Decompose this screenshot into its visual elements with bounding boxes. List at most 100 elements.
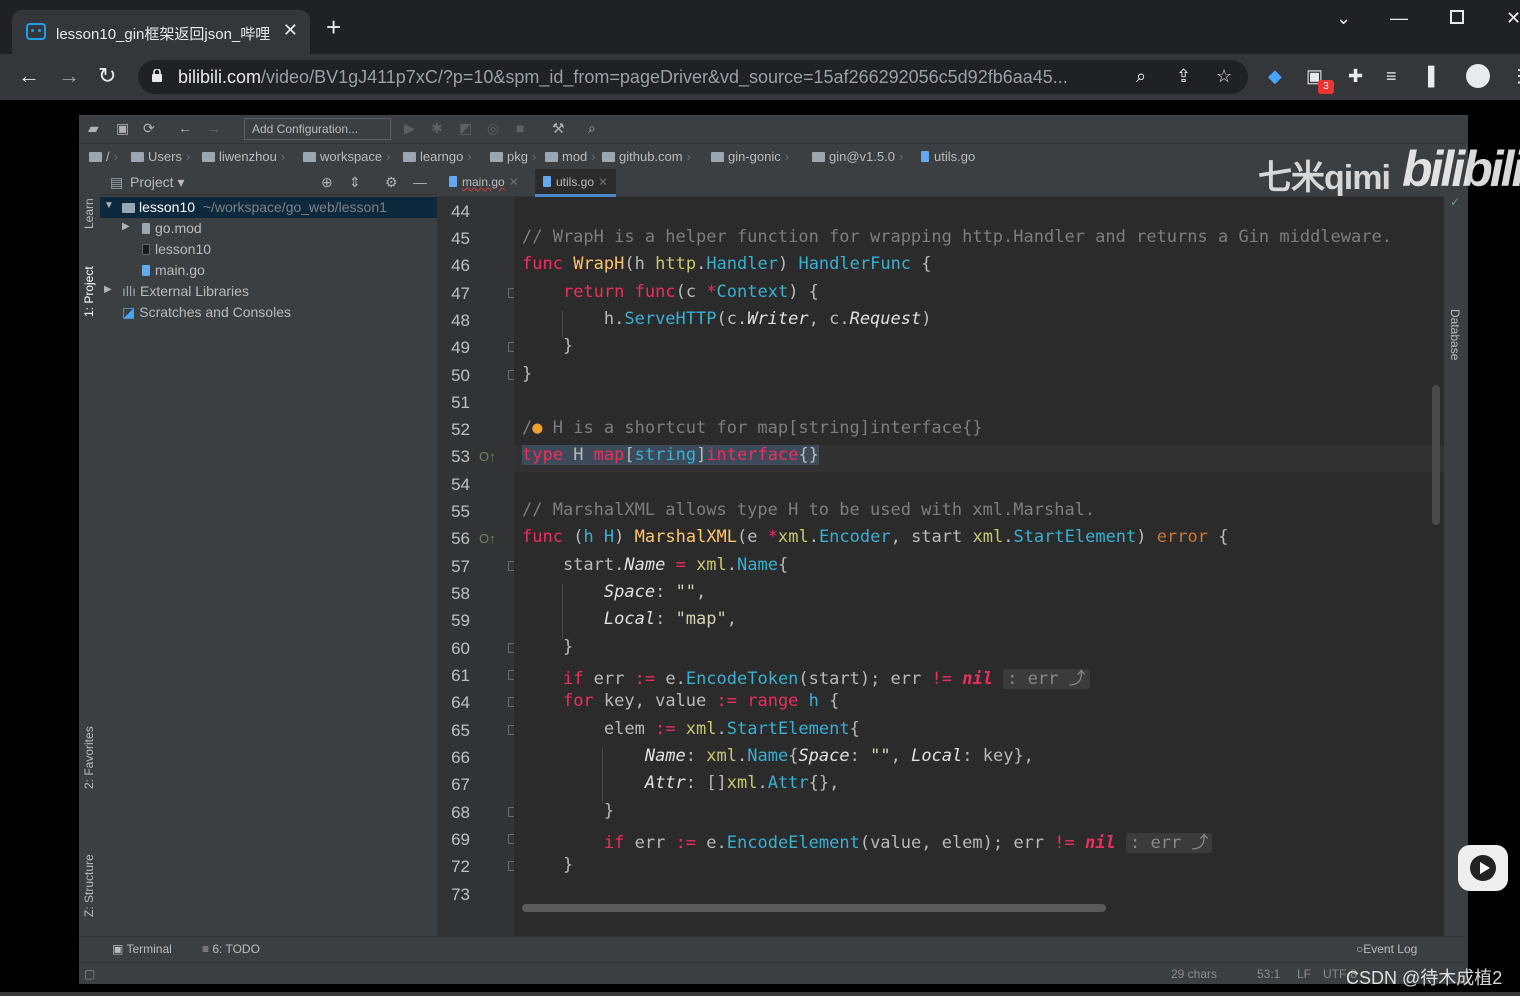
- structure-tool-tab[interactable]: Z: Structure: [82, 854, 96, 917]
- code-editor[interactable]: // WrapH is a helper function for wrappi…: [514, 197, 1444, 914]
- breadcrumb-liwenzhou[interactable]: liwenzhou ›: [202, 149, 289, 164]
- line-number: 49: [451, 338, 470, 357]
- zoom-search-icon[interactable]: ⌕: [1136, 66, 1146, 87]
- folded-hint[interactable]: : err ⤴: [1003, 669, 1090, 689]
- breadcrumb-mod[interactable]: mod ›: [545, 149, 600, 164]
- tree-item-lesson10-binary[interactable]: lesson10: [100, 239, 437, 260]
- line-separator[interactable]: LF: [1297, 967, 1311, 981]
- breadcrumb-root[interactable]: / ›: [89, 149, 122, 164]
- collapse-all-icon[interactable]: ⇕: [349, 174, 361, 191]
- collapsed-arrow-icon[interactable]: ▶: [104, 284, 112, 295]
- add-configuration-button[interactable]: Add Configuration...: [244, 118, 391, 140]
- tree-item-lesson10-root[interactable]: ▼ lesson10 ~/workspace/go_web/lesson1: [100, 197, 437, 218]
- toggle-tool-windows-icon[interactable]: ▢: [84, 967, 95, 981]
- project-tool-tab[interactable]: 1: Project: [82, 266, 96, 317]
- favorites-tool-tab[interactable]: 2: Favorites: [82, 726, 96, 789]
- status-bar: ▢ 29 chars 53:1 LF UTF-8: [79, 962, 1468, 984]
- breadcrumb-gin-gonic[interactable]: gin-gonic ›: [711, 149, 793, 164]
- editor-tab-main-go[interactable]: main.go ✕: [441, 169, 527, 197]
- reading-list-icon[interactable]: ≡: [1386, 66, 1397, 87]
- hide-panel-icon[interactable]: —: [413, 174, 427, 190]
- breadcrumb-github[interactable]: github.com ›: [602, 149, 695, 164]
- vertical-scrollbar[interactable]: [1432, 385, 1440, 525]
- folded-hint[interactable]: : err ⤴: [1126, 833, 1213, 853]
- intention-bulb-icon[interactable]: ●: [532, 418, 542, 438]
- run-icon[interactable]: ▶: [404, 120, 415, 137]
- settings-wrench-icon[interactable]: ⚒: [552, 120, 565, 137]
- database-tool-tab[interactable]: Database: [1448, 309, 1462, 360]
- minimize-icon[interactable]: —: [1390, 8, 1408, 29]
- terminal-icon: ▣: [112, 942, 124, 956]
- breadcrumb-learngo[interactable]: learngo ›: [403, 149, 476, 164]
- coverage-icon[interactable]: ◩: [459, 120, 472, 137]
- implements-marker-icon[interactable]: O↑: [479, 531, 496, 546]
- editor-gutter: 44 45 46 47 48 49 50 51 52 53 54 55 56 5…: [437, 197, 518, 956]
- tab-close-icon: ✕: [598, 175, 609, 189]
- collapsed-arrow-icon[interactable]: ▶: [122, 221, 130, 232]
- browser-menu-icon[interactable]: ⋮: [1510, 66, 1520, 87]
- sync-icon[interactable]: ⟳: [143, 120, 155, 137]
- reload-icon[interactable]: ↻: [98, 62, 116, 90]
- code-line-59: Local: "map",: [603, 609, 737, 629]
- learn-tool-tab[interactable]: Learn: [82, 198, 96, 229]
- extensions-puzzle-icon[interactable]: ✚: [1348, 66, 1363, 87]
- back-icon[interactable]: ←: [18, 62, 40, 90]
- tab-search-chevron-icon[interactable]: ⌄: [1336, 8, 1351, 29]
- search-everywhere-icon[interactable]: ⌕: [588, 120, 596, 137]
- tab-close-icon[interactable]: ✕: [283, 20, 298, 41]
- breadcrumb-utils-go[interactable]: utils.go: [921, 149, 975, 164]
- right-tool-strip: ✓ Database: [1444, 169, 1468, 956]
- tree-item-external-libraries[interactable]: ▶ ıllı External Libraries: [100, 281, 437, 302]
- bilibili-player-button[interactable]: [1458, 845, 1508, 891]
- todo-tool-button[interactable]: ≡ 6: TODO: [202, 942, 260, 956]
- browser-tab-strip: lesson10_gin框架返回json_哔哩 ✕ + ⌄ — ✕: [0, 0, 1520, 54]
- profile-icon[interactable]: ◎: [487, 120, 499, 137]
- code-line-57: start.Name = xml.Name{: [522, 555, 789, 575]
- bookmark-star-icon[interactable]: ☆: [1216, 66, 1232, 87]
- horizontal-scrollbar[interactable]: [522, 904, 1106, 912]
- forward-icon[interactable]: →: [58, 62, 80, 90]
- debug-icon[interactable]: ✱: [431, 120, 443, 137]
- profile-avatar-icon[interactable]: [1466, 64, 1490, 88]
- event-log-button[interactable]: ○Event Log: [1356, 942, 1417, 956]
- navigate-forward-icon[interactable]: →: [207, 120, 221, 136]
- libraries-icon: ıllı: [122, 283, 136, 299]
- code-line-50: }: [522, 364, 533, 384]
- line-number: 55: [451, 502, 470, 521]
- open-folder-icon[interactable]: ▰: [88, 120, 99, 137]
- tab-title: lesson10_gin框架返回json_哔哩: [56, 26, 271, 43]
- breadcrumb-gin-version[interactable]: gin@v1.5.0 ›: [812, 149, 907, 164]
- breadcrumb-users[interactable]: Users ›: [131, 149, 194, 164]
- extension-gem-icon[interactable]: ◆: [1268, 66, 1282, 87]
- share-icon[interactable]: ⇪: [1176, 66, 1191, 87]
- editor-tab-utils-go[interactable]: utils.go ✕: [535, 169, 617, 197]
- omnibox[interactable]: bilibili.com/video/BV1gJ411p7xC/?p=10&sp…: [138, 60, 1248, 94]
- implements-marker-icon[interactable]: O↑: [479, 449, 496, 464]
- navigate-back-icon[interactable]: ←: [178, 120, 192, 136]
- terminal-tool-button[interactable]: ▣ Terminal: [112, 942, 172, 956]
- browser-tab[interactable]: lesson10_gin框架返回json_哔哩 ✕: [12, 10, 310, 54]
- line-number: 60: [451, 639, 470, 658]
- scratches-icon: ◪: [122, 304, 136, 320]
- project-view-selector[interactable]: Project ▾: [130, 174, 185, 191]
- extension-badge: 3: [1318, 80, 1334, 94]
- line-number: 61: [451, 666, 470, 685]
- line-number: 58: [451, 584, 470, 603]
- breadcrumb-workspace[interactable]: workspace ›: [303, 149, 394, 164]
- save-icon[interactable]: ▣: [116, 120, 129, 137]
- breadcrumb-pkg[interactable]: pkg ›: [490, 149, 540, 164]
- side-panel-icon[interactable]: ▌: [1428, 66, 1441, 87]
- locate-file-icon[interactable]: ⊕: [321, 174, 333, 191]
- maximize-icon[interactable]: [1450, 10, 1464, 24]
- new-tab-button[interactable]: +: [326, 14, 341, 40]
- stop-icon[interactable]: ■: [516, 120, 524, 136]
- caret-position[interactable]: 53:1: [1257, 967, 1280, 981]
- window-close-icon[interactable]: ✕: [1506, 8, 1520, 29]
- lock-icon[interactable]: [152, 69, 162, 82]
- tree-item-main-go[interactable]: main.go: [100, 260, 437, 281]
- tree-item-scratches[interactable]: ◪ Scratches and Consoles: [100, 302, 437, 323]
- panel-settings-gear-icon[interactable]: ⚙: [385, 174, 398, 191]
- expanded-arrow-icon[interactable]: ▼: [104, 200, 114, 211]
- tree-item-go-mod[interactable]: ▶ go.mod: [100, 218, 437, 239]
- line-number: 51: [451, 393, 470, 412]
